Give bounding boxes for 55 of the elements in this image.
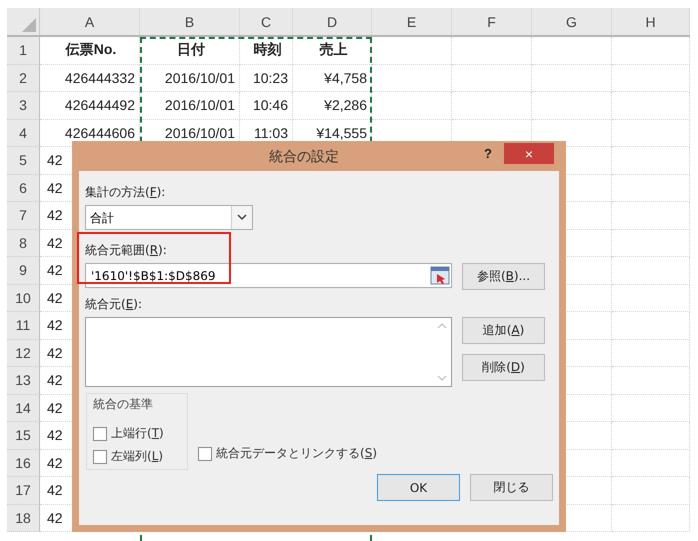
table-cell: 10:46 bbox=[240, 92, 293, 120]
sources-list[interactable] bbox=[85, 317, 452, 387]
table-cell: ¥4,758 bbox=[293, 64, 372, 92]
caret-icon[interactable] bbox=[231, 206, 252, 229]
help-button[interactable]: ? bbox=[480, 146, 496, 161]
table-cell: 426444492 bbox=[40, 92, 140, 120]
row-header[interactable]: 13 bbox=[7, 367, 40, 394]
row-header[interactable]: 16 bbox=[7, 450, 40, 477]
checkbox[interactable] bbox=[93, 426, 107, 440]
reference-field[interactable]: '1610'!$B$1:$D$869 bbox=[85, 263, 452, 288]
table-cell: ¥2,286 bbox=[293, 92, 372, 120]
add-button[interactable]: 追加(A) bbox=[462, 317, 545, 344]
close-button[interactable]: × bbox=[504, 143, 554, 164]
row-header[interactable]: 7 bbox=[7, 202, 40, 230]
row-header[interactable]: 12 bbox=[7, 340, 40, 367]
column-header[interactable]: C bbox=[240, 8, 293, 35]
checkbox-option[interactable]: 統合元データとリンクする(S) bbox=[198, 445, 377, 462]
checkbox[interactable] bbox=[198, 446, 212, 460]
column-header[interactable]: D bbox=[293, 8, 372, 35]
column-header[interactable]: B bbox=[140, 8, 240, 35]
table-cell: 426444332 bbox=[40, 64, 140, 92]
ok-button[interactable]: OK bbox=[377, 474, 460, 501]
column-header[interactable]: A bbox=[40, 8, 140, 35]
table-cell: 日付 bbox=[140, 37, 240, 64]
row-header[interactable]: 6 bbox=[7, 174, 40, 202]
table-cell: 2016/10/01 bbox=[140, 64, 240, 92]
window-title: 統合の設定 bbox=[268, 148, 340, 166]
row-header[interactable]: 10 bbox=[7, 284, 40, 312]
column-header[interactable]: G bbox=[532, 8, 612, 35]
column-header[interactable]: E bbox=[372, 8, 452, 35]
row-header[interactable]: 4 bbox=[7, 120, 40, 147]
row-header[interactable]: 9 bbox=[7, 257, 40, 284]
delete-button[interactable]: 削除(D) bbox=[462, 354, 545, 381]
row-header[interactable]: 5 bbox=[7, 147, 40, 174]
browse-button[interactable]: 参照(B)... bbox=[462, 263, 545, 290]
row-header[interactable]: 14 bbox=[7, 394, 40, 422]
row-header[interactable]: 18 bbox=[7, 504, 40, 532]
row-header[interactable]: 3 bbox=[7, 92, 40, 120]
row-header[interactable]: 2 bbox=[7, 64, 40, 92]
table-cell: 時刻 bbox=[240, 37, 293, 64]
row-header[interactable]: 17 bbox=[7, 477, 40, 504]
row-header[interactable]: 1 bbox=[7, 37, 40, 64]
table-cell: 10:23 bbox=[240, 64, 293, 92]
column-header[interactable]: H bbox=[612, 8, 690, 35]
function-dropdown[interactable]: 合計 bbox=[85, 205, 253, 230]
close-dialog-button[interactable]: 閉じる bbox=[470, 474, 553, 501]
table-cell: 2016/10/01 bbox=[140, 92, 240, 120]
checkbox[interactable] bbox=[93, 450, 107, 464]
table-cell: 売上 bbox=[293, 37, 372, 64]
range-picker-icon[interactable] bbox=[430, 265, 450, 286]
row-header[interactable]: 8 bbox=[7, 230, 40, 257]
row-header[interactable]: 15 bbox=[7, 422, 40, 450]
column-header[interactable]: F bbox=[452, 8, 532, 35]
row-header[interactable]: 11 bbox=[7, 312, 40, 340]
table-cell: 伝票No. bbox=[40, 37, 140, 64]
